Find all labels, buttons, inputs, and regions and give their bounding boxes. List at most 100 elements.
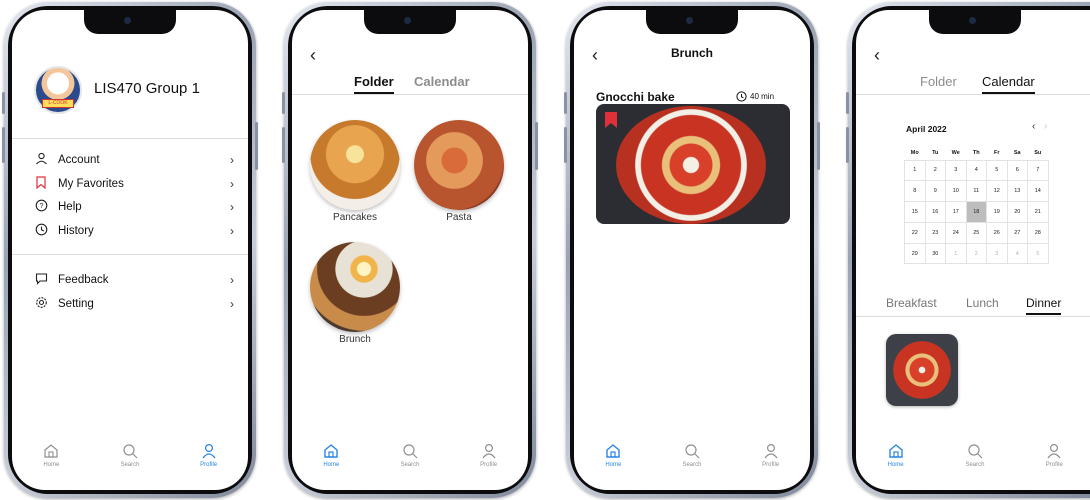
calendar-day[interactable]: 7 xyxy=(1027,159,1049,182)
menu-item-feedback[interactable]: Feedback › xyxy=(34,270,234,290)
search-icon xyxy=(968,444,983,459)
folder-label: Brunch xyxy=(339,334,371,345)
calendar-day-next-month[interactable]: 4 xyxy=(1006,242,1028,265)
calendar-day[interactable]: 1 xyxy=(904,159,926,182)
calendar-day[interactable]: 3 xyxy=(945,159,967,182)
menu-label: My Favorites xyxy=(58,178,124,190)
menu-label: Help xyxy=(58,201,82,213)
tab-profile[interactable]: Profile xyxy=(464,442,514,476)
tab-home[interactable]: Home xyxy=(306,442,356,476)
calendar-day-next-month[interactable]: 3 xyxy=(986,242,1008,265)
calendar-day[interactable]: 14 xyxy=(1027,180,1049,203)
tab-label: Home xyxy=(887,462,904,468)
meal-tab-dinner[interactable]: Dinner xyxy=(1026,296,1062,315)
calendar-day[interactable]: 8 xyxy=(904,180,926,203)
tab-label: Search xyxy=(965,462,985,468)
tab-search[interactable]: Search xyxy=(105,442,155,476)
divider xyxy=(12,254,248,255)
calendar-week: 8 9 10 11 12 13 14 xyxy=(904,180,1049,203)
calendar-day[interactable]: 2 xyxy=(924,159,946,182)
gear-icon xyxy=(34,296,48,312)
tab-label: Home xyxy=(43,462,60,468)
back-chevron-icon[interactable]: ‹ xyxy=(310,46,316,64)
calendar-day[interactable]: 5 xyxy=(986,159,1008,182)
tab-search[interactable]: Search xyxy=(667,442,717,476)
menu-item-setting[interactable]: Setting › xyxy=(34,294,234,314)
tab-home[interactable]: Home xyxy=(26,442,76,476)
chevron-right-icon[interactable]: › xyxy=(1044,121,1047,132)
tab-home[interactable]: Home xyxy=(871,442,921,476)
tab-profile[interactable]: Profile xyxy=(746,442,796,476)
profile-icon xyxy=(1047,443,1061,459)
menu-item-help[interactable]: ? Help › xyxy=(34,197,234,217)
tab-profile[interactable]: Profile xyxy=(184,442,234,476)
tab-home[interactable]: Home xyxy=(588,442,638,476)
meal-tab-breakfast[interactable]: Breakfast xyxy=(886,296,937,310)
calendar-day-next-month[interactable]: 1 xyxy=(945,242,967,265)
tab-search[interactable]: Search xyxy=(950,442,1000,476)
calendar-day[interactable]: 9 xyxy=(924,180,946,203)
calendar-day-next-month[interactable]: 2 xyxy=(965,242,987,265)
folder-pancakes[interactable] xyxy=(310,120,400,210)
calendar-day[interactable]: 13 xyxy=(1006,180,1028,203)
cook-time: 40 min xyxy=(736,91,774,102)
svg-text:?: ? xyxy=(39,203,43,210)
recipe-card[interactable] xyxy=(596,104,790,224)
calendar-day[interactable]: 26 xyxy=(986,221,1008,244)
avatar[interactable]: L-COOK xyxy=(34,66,82,114)
calendar-day[interactable]: 19 xyxy=(986,201,1008,223)
segment-folder[interactable]: Folder xyxy=(354,74,394,94)
tab-label: Search xyxy=(682,462,702,468)
calendar-day[interactable]: 12 xyxy=(986,180,1008,203)
weekday-label: Su xyxy=(1034,149,1042,156)
calendar-day[interactable]: 22 xyxy=(904,221,926,244)
folder-pasta[interactable] xyxy=(414,120,504,210)
calendar-day[interactable]: 15 xyxy=(904,201,926,223)
dish-image xyxy=(616,106,766,224)
calendar-day[interactable]: 24 xyxy=(945,221,967,244)
calendar-day[interactable]: 29 xyxy=(904,242,926,265)
calendar-week: 15 16 17 18 19 20 21 xyxy=(904,201,1049,223)
segment-calendar[interactable]: Calendar xyxy=(982,74,1035,94)
divider xyxy=(12,138,248,139)
divider xyxy=(292,94,528,95)
bookmark-icon[interactable] xyxy=(604,112,618,134)
calendar-week: 22 23 24 25 26 27 28 xyxy=(904,221,1049,244)
meal-recipe-thumbnail[interactable] xyxy=(886,334,958,406)
folder-label: Pasta xyxy=(446,212,472,223)
tab-label: Search xyxy=(120,462,140,468)
calendar-day-next-month[interactable]: 5 xyxy=(1027,242,1049,265)
folder-brunch[interactable] xyxy=(310,242,400,332)
tab-label: Profile xyxy=(1045,462,1063,468)
calendar-day[interactable]: 17 xyxy=(945,201,967,223)
calendar-day[interactable]: 30 xyxy=(924,242,946,265)
calendar-day[interactable]: 21 xyxy=(1027,201,1049,223)
calendar-day[interactable]: 6 xyxy=(1006,159,1028,182)
calendar-day[interactable]: 16 xyxy=(924,201,946,223)
segment-calendar[interactable]: Calendar xyxy=(414,74,470,92)
tab-search[interactable]: Search xyxy=(385,442,435,476)
segment-control: Folder Calendar xyxy=(292,74,528,94)
calendar-day[interactable]: 11 xyxy=(965,180,987,203)
calendar-day[interactable]: 23 xyxy=(924,221,946,244)
back-chevron-icon[interactable]: ‹ xyxy=(874,46,880,64)
tab-bar: Home Search Profile xyxy=(856,442,1090,476)
chevron-right-icon: › xyxy=(230,200,234,214)
calendar-day[interactable]: 4 xyxy=(965,159,987,182)
calendar-week: 1 2 3 4 5 6 7 xyxy=(904,159,1049,182)
calendar-day[interactable]: 25 xyxy=(965,221,987,244)
calendar-day[interactable]: 28 xyxy=(1027,221,1049,244)
menu-item-account[interactable]: Account › xyxy=(34,150,234,170)
menu-item-history[interactable]: History › xyxy=(34,221,234,241)
meal-tab-lunch[interactable]: Lunch xyxy=(966,296,999,310)
segment-folder[interactable]: Folder xyxy=(920,74,957,92)
calendar-day[interactable]: 10 xyxy=(945,180,967,203)
calendar-day-selected[interactable]: 18 xyxy=(965,201,987,223)
chevron-left-icon[interactable]: ‹ xyxy=(1032,121,1035,132)
clock-icon xyxy=(736,91,747,102)
calendar-day[interactable]: 27 xyxy=(1006,221,1028,244)
calendar-day[interactable]: 20 xyxy=(1006,201,1028,223)
tab-profile[interactable]: Profile xyxy=(1029,442,1079,476)
tab-bar: Home Search Profile xyxy=(574,442,810,476)
menu-item-favorites[interactable]: My Favorites › xyxy=(34,174,234,194)
